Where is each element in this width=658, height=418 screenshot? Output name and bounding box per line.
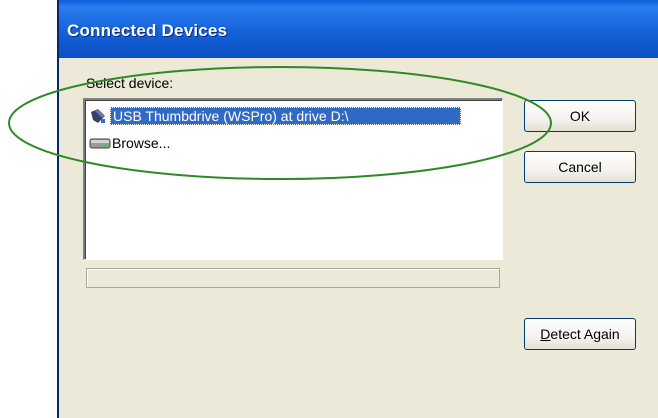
ok-button-label: OK: [569, 108, 591, 124]
device-item-label: USB Thumbdrive (WSPro) at drive D:\: [110, 107, 461, 125]
title-bar[interactable]: Connected Devices: [59, 0, 658, 58]
device-item-usb-thumbdrive[interactable]: USB Thumbdrive (WSPro) at drive D:\: [89, 106, 461, 126]
device-item-browse[interactable]: Browse...: [89, 133, 170, 153]
device-item-label: Browse...: [112, 135, 171, 151]
detection-progress-bar: [86, 268, 500, 288]
detect-again-accelerator: D: [540, 326, 551, 342]
cancel-button[interactable]: Cancel: [524, 151, 636, 183]
cancel-button-label: Cancel: [558, 159, 602, 175]
drive-icon: [89, 138, 111, 149]
ok-button[interactable]: OK: [524, 100, 636, 132]
select-device-label: Select device:: [86, 75, 174, 91]
window-title: Connected Devices: [67, 21, 228, 40]
device-listbox[interactable]: USB Thumbdrive (WSPro) at drive D:\ Brow…: [83, 98, 503, 260]
detect-again-label: etect Again: [550, 326, 620, 342]
usb-drive-icon: [91, 109, 105, 123]
connected-devices-dialog: Connected Devices Select device: USB Thu…: [57, 0, 658, 418]
detect-again-button[interactable]: Detect Again: [524, 318, 636, 350]
